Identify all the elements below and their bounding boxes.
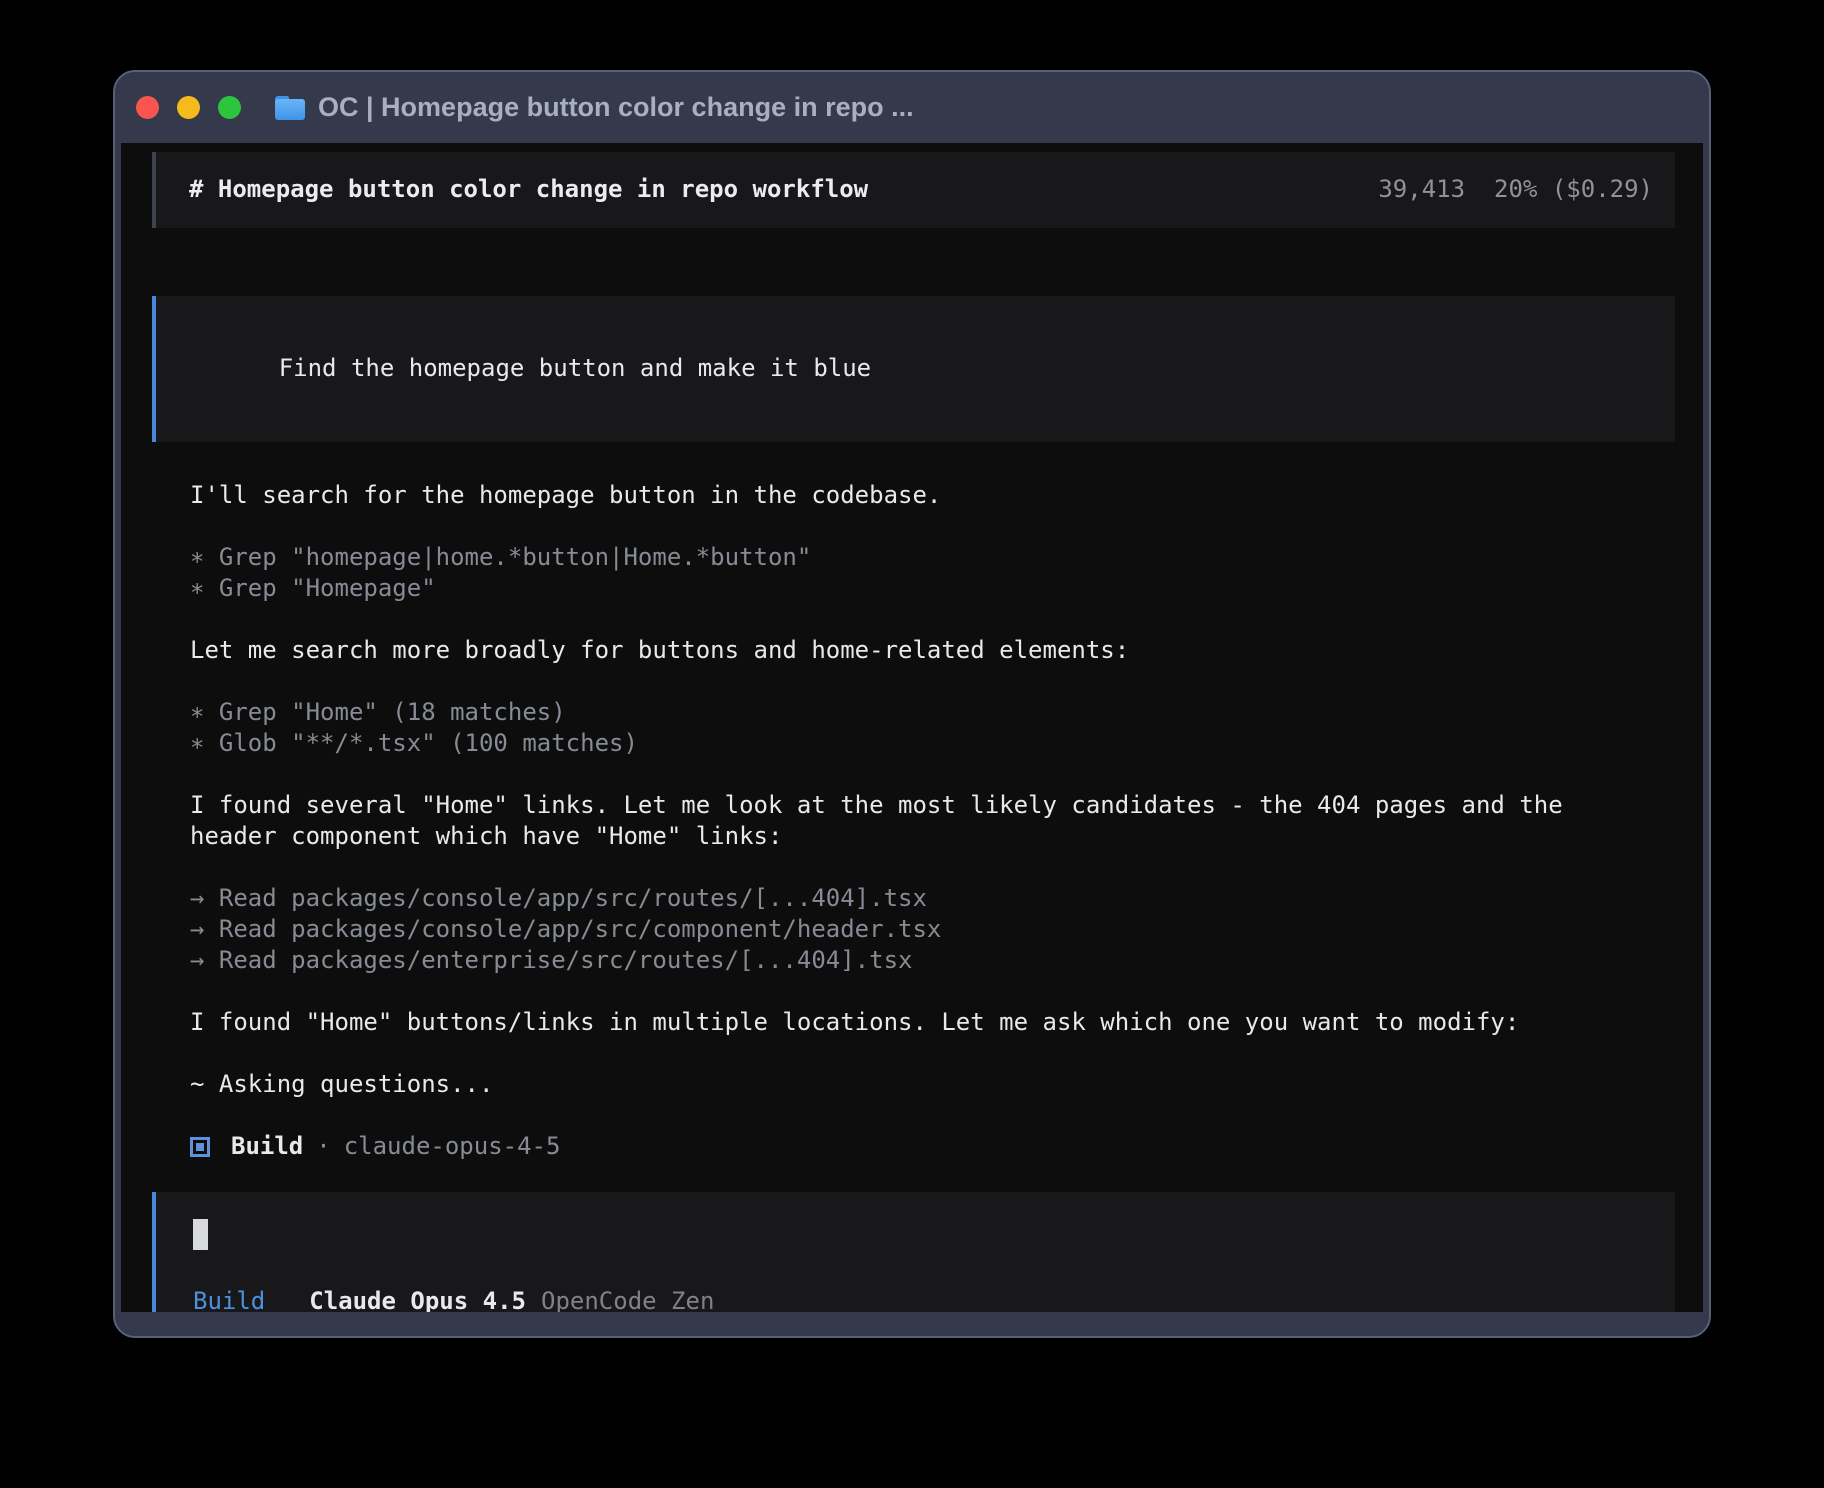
text-cursor bbox=[193, 1219, 208, 1250]
session-stats: 39,413 20% ($0.29) bbox=[1378, 174, 1653, 205]
folder-icon bbox=[275, 96, 305, 120]
input-agent-label[interactable]: Build bbox=[193, 1286, 265, 1312]
tool-call-read: → Read packages/console/app/src/componen… bbox=[190, 914, 1675, 945]
zoom-button[interactable] bbox=[218, 96, 241, 119]
input-provider-label: OpenCode Zen bbox=[541, 1286, 714, 1312]
prompt-input[interactable]: Build Claude Opus 4.5 OpenCode Zen bbox=[152, 1192, 1675, 1312]
window-titlebar[interactable]: OC | Homepage button color change in rep… bbox=[115, 72, 1709, 143]
agent-model: claude-opus-4-5 bbox=[344, 1131, 561, 1162]
assistant-text: I'll search for the homepage button in t… bbox=[190, 480, 1675, 511]
assistant-text: I found "Home" buttons/links in multiple… bbox=[190, 1007, 1675, 1038]
window-title: OC | Homepage button color change in rep… bbox=[318, 92, 914, 123]
asking-questions-status: ~ Asking questions... bbox=[190, 1069, 1675, 1100]
window-bottom-strip bbox=[115, 1312, 1709, 1336]
close-button[interactable] bbox=[136, 96, 159, 119]
separator-dot: · bbox=[316, 1131, 330, 1162]
user-message-text: Find the homepage button and make it blu… bbox=[279, 354, 871, 382]
input-model-label[interactable]: Claude Opus 4.5 bbox=[309, 1286, 526, 1312]
minimize-button[interactable] bbox=[177, 96, 200, 119]
tool-call-read: → Read packages/console/app/src/routes/[… bbox=[190, 883, 1675, 914]
context-usage: 20% ($0.29) bbox=[1494, 175, 1653, 203]
tool-call-grep: ∗ Grep "Homepage" bbox=[190, 573, 1675, 604]
session-header: # Homepage button color change in repo w… bbox=[152, 152, 1675, 228]
tool-call-read: → Read packages/enterprise/src/routes/[.… bbox=[190, 945, 1675, 976]
assistant-text: header component which have "Home" links… bbox=[190, 821, 1675, 852]
assistant-text: I found several "Home" links. Let me loo… bbox=[190, 790, 1675, 821]
input-meta: Build Claude Opus 4.5 OpenCode Zen bbox=[193, 1286, 1653, 1312]
agent-name: Build bbox=[231, 1131, 303, 1162]
tool-call-glob: ∗ Glob "**/*.tsx" (100 matches) bbox=[190, 728, 1675, 759]
window-controls bbox=[136, 96, 241, 119]
user-message: Find the homepage button and make it blu… bbox=[152, 296, 1675, 442]
tool-call-grep: ∗ Grep "Home" (18 matches) bbox=[190, 697, 1675, 728]
session-title: # Homepage button color change in repo w… bbox=[189, 174, 868, 205]
tool-call-grep: ∗ Grep "homepage|home.*button|Home.*butt… bbox=[190, 542, 1675, 573]
token-count: 39,413 bbox=[1378, 175, 1465, 203]
assistant-text: Let me search more broadly for buttons a… bbox=[190, 635, 1675, 666]
build-agent-icon bbox=[190, 1137, 210, 1157]
agent-status-line: Build · claude-opus-4-5 bbox=[190, 1131, 1675, 1162]
terminal-content: # Homepage button color change in repo w… bbox=[121, 143, 1703, 1312]
terminal-window: OC | Homepage button color change in rep… bbox=[113, 70, 1711, 1338]
assistant-transcript: I'll search for the homepage button in t… bbox=[190, 480, 1675, 1162]
